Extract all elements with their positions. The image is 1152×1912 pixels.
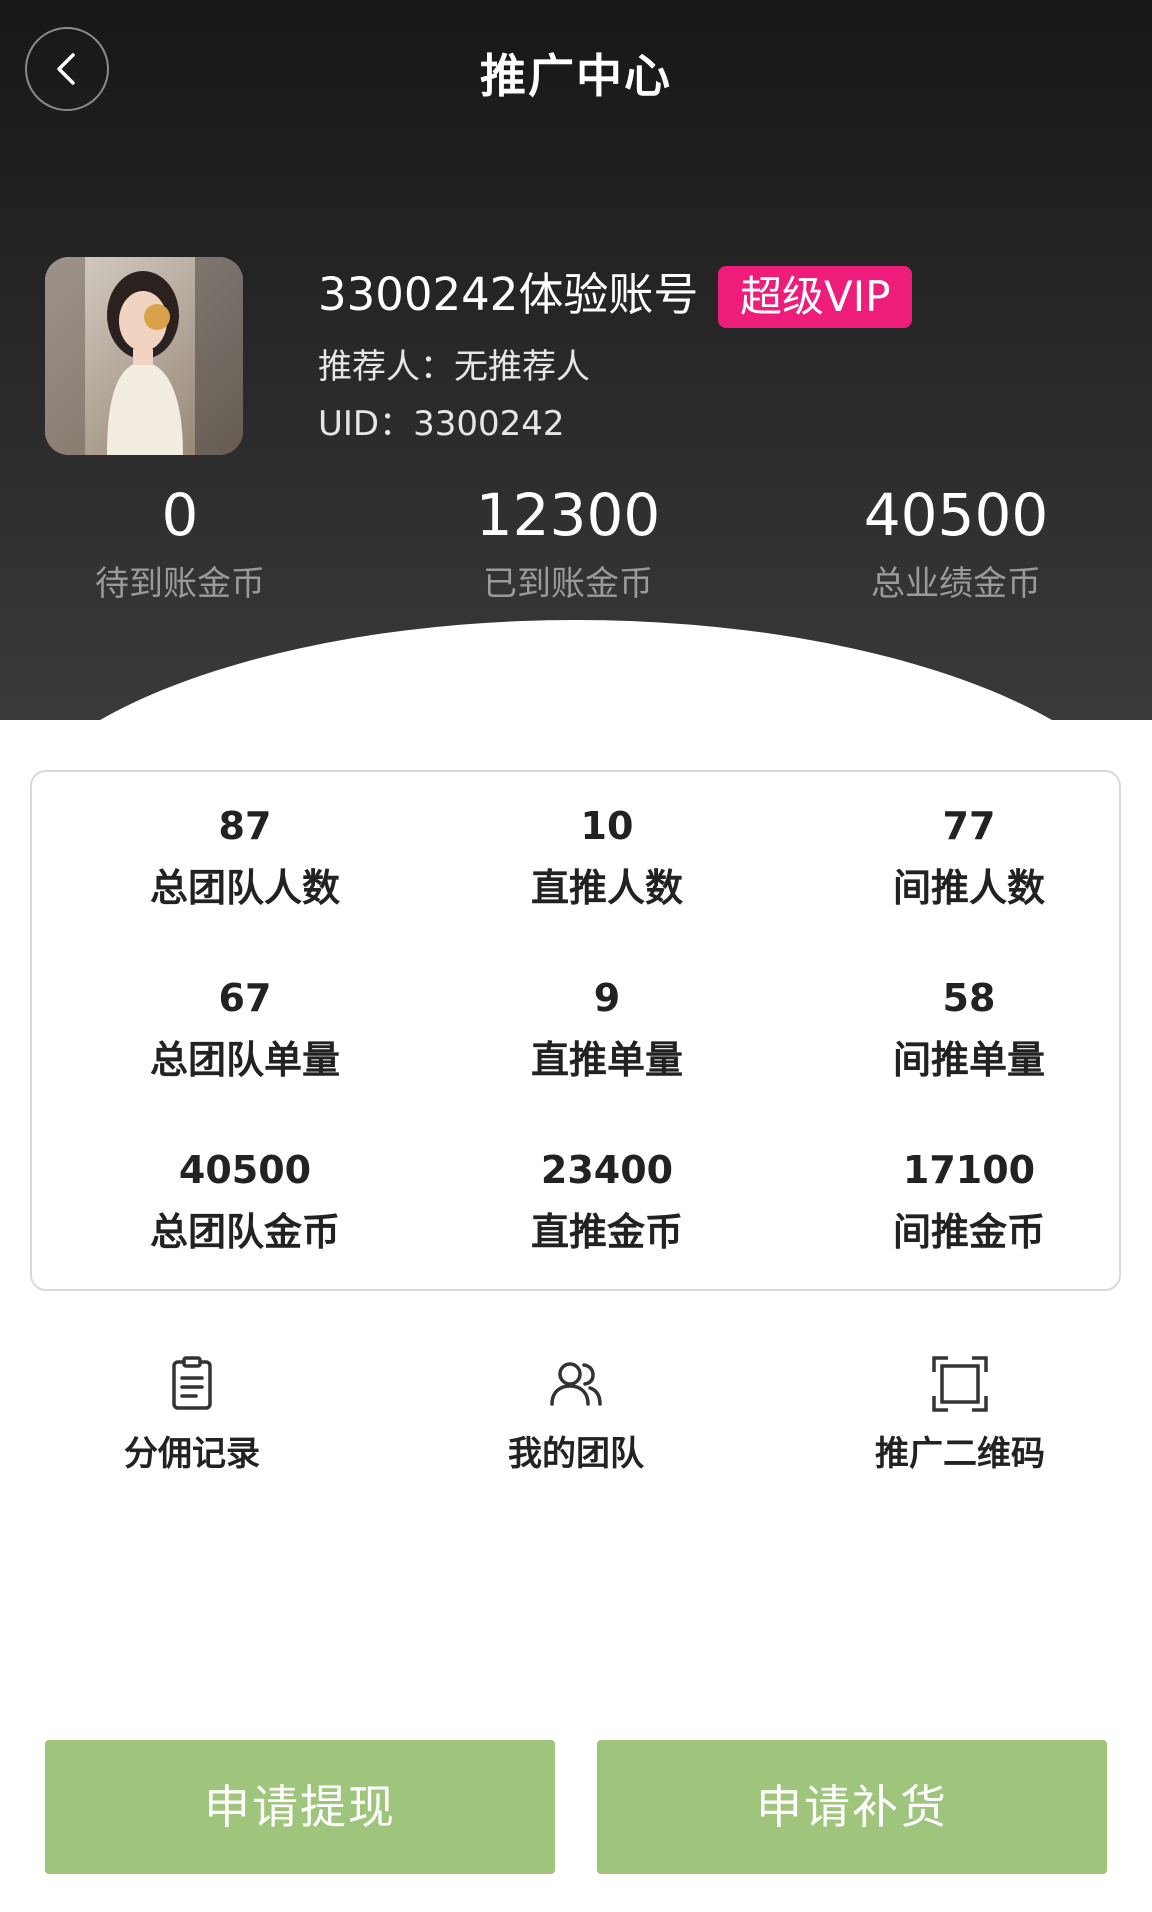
page-title: 推广中心 <box>480 49 672 103</box>
stat-value: 40500 <box>178 1148 312 1192</box>
stat-total-team-orders: 67 总团队单量 <box>95 972 395 1086</box>
stat-value: 58 <box>942 976 996 1020</box>
action-label: 我的团队 <box>508 1434 644 1474</box>
team-icon <box>550 1362 602 1406</box>
stat-label: 总团队单量 <box>149 1038 340 1082</box>
username: 3300242体验账号 <box>318 268 699 321</box>
my-team-button[interactable]: 我的团队 <box>446 1352 706 1476</box>
stat-value: 17100 <box>902 1148 1036 1192</box>
header-hero: 推广中心 3300242体验账号 超级VIP 推荐人：无推荐人 UID：3300… <box>0 0 1152 720</box>
stat-label: 直推单量 <box>530 1038 683 1082</box>
vip-badge: 超级VIP <box>718 266 913 328</box>
stat-label: 直推金币 <box>530 1210 683 1254</box>
coin-stat-pending: 0 待到账金币 <box>40 480 320 606</box>
stat-value: 23400 <box>540 1148 674 1192</box>
avatar <box>45 257 243 455</box>
coin-stat-received: 12300 已到账金币 <box>428 480 708 606</box>
team-stats-card: 87 总团队人数 10 直推人数 77 间推人数 67 总团队单量 9 直推单量… <box>30 770 1121 1291</box>
commission-records-button[interactable]: 分佣记录 <box>62 1352 322 1476</box>
promo-qrcode-button[interactable]: 推广二维码 <box>830 1352 1090 1476</box>
stat-value: 9 <box>593 976 621 1020</box>
stat-label: 总团队金币 <box>149 1210 340 1254</box>
stat-direct-orders: 9 直推单量 <box>457 972 757 1086</box>
referrer-text: 推荐人：无推荐人 <box>318 347 590 387</box>
stat-indirect-coins: 17100 间推金币 <box>819 1144 1119 1258</box>
action-label: 推广二维码 <box>875 1434 1045 1474</box>
coin-value: 12300 <box>475 481 661 549</box>
action-label: 分佣记录 <box>124 1434 260 1474</box>
coin-label: 已到账金币 <box>483 564 653 604</box>
avatar-photo <box>45 257 243 455</box>
coin-label: 总业绩金币 <box>871 564 1041 604</box>
clipboard-icon <box>172 1356 212 1410</box>
stat-value: 87 <box>218 804 272 848</box>
stat-label: 间推金币 <box>892 1210 1045 1254</box>
stat-value: 77 <box>942 804 996 848</box>
stat-label: 直推人数 <box>530 866 683 910</box>
qr-frame-icon <box>932 1356 988 1412</box>
stat-value: 67 <box>218 976 272 1020</box>
stat-value: 10 <box>580 804 634 848</box>
stat-direct-members: 10 直推人数 <box>457 800 757 914</box>
coin-label: 待到账金币 <box>95 564 265 604</box>
coin-value: 0 <box>161 481 199 549</box>
stat-label: 总团队人数 <box>149 866 340 910</box>
stat-label: 间推人数 <box>892 866 1045 910</box>
stat-indirect-orders: 58 间推单量 <box>819 972 1119 1086</box>
coin-value: 40500 <box>863 481 1049 549</box>
uid-text: UID：3300242 <box>318 404 565 444</box>
stat-direct-coins: 23400 直推金币 <box>457 1144 757 1258</box>
stat-label: 间推单量 <box>892 1038 1045 1082</box>
withdraw-button[interactable]: 申请提现 <box>45 1740 555 1874</box>
stat-indirect-members: 77 间推人数 <box>819 800 1119 914</box>
stat-total-team-coins: 40500 总团队金币 <box>95 1144 395 1258</box>
stat-total-team-members: 87 总团队人数 <box>95 800 395 914</box>
hero-curve <box>0 620 1152 720</box>
restock-button[interactable]: 申请补货 <box>597 1740 1107 1874</box>
coin-stat-total: 40500 总业绩金币 <box>816 480 1096 606</box>
